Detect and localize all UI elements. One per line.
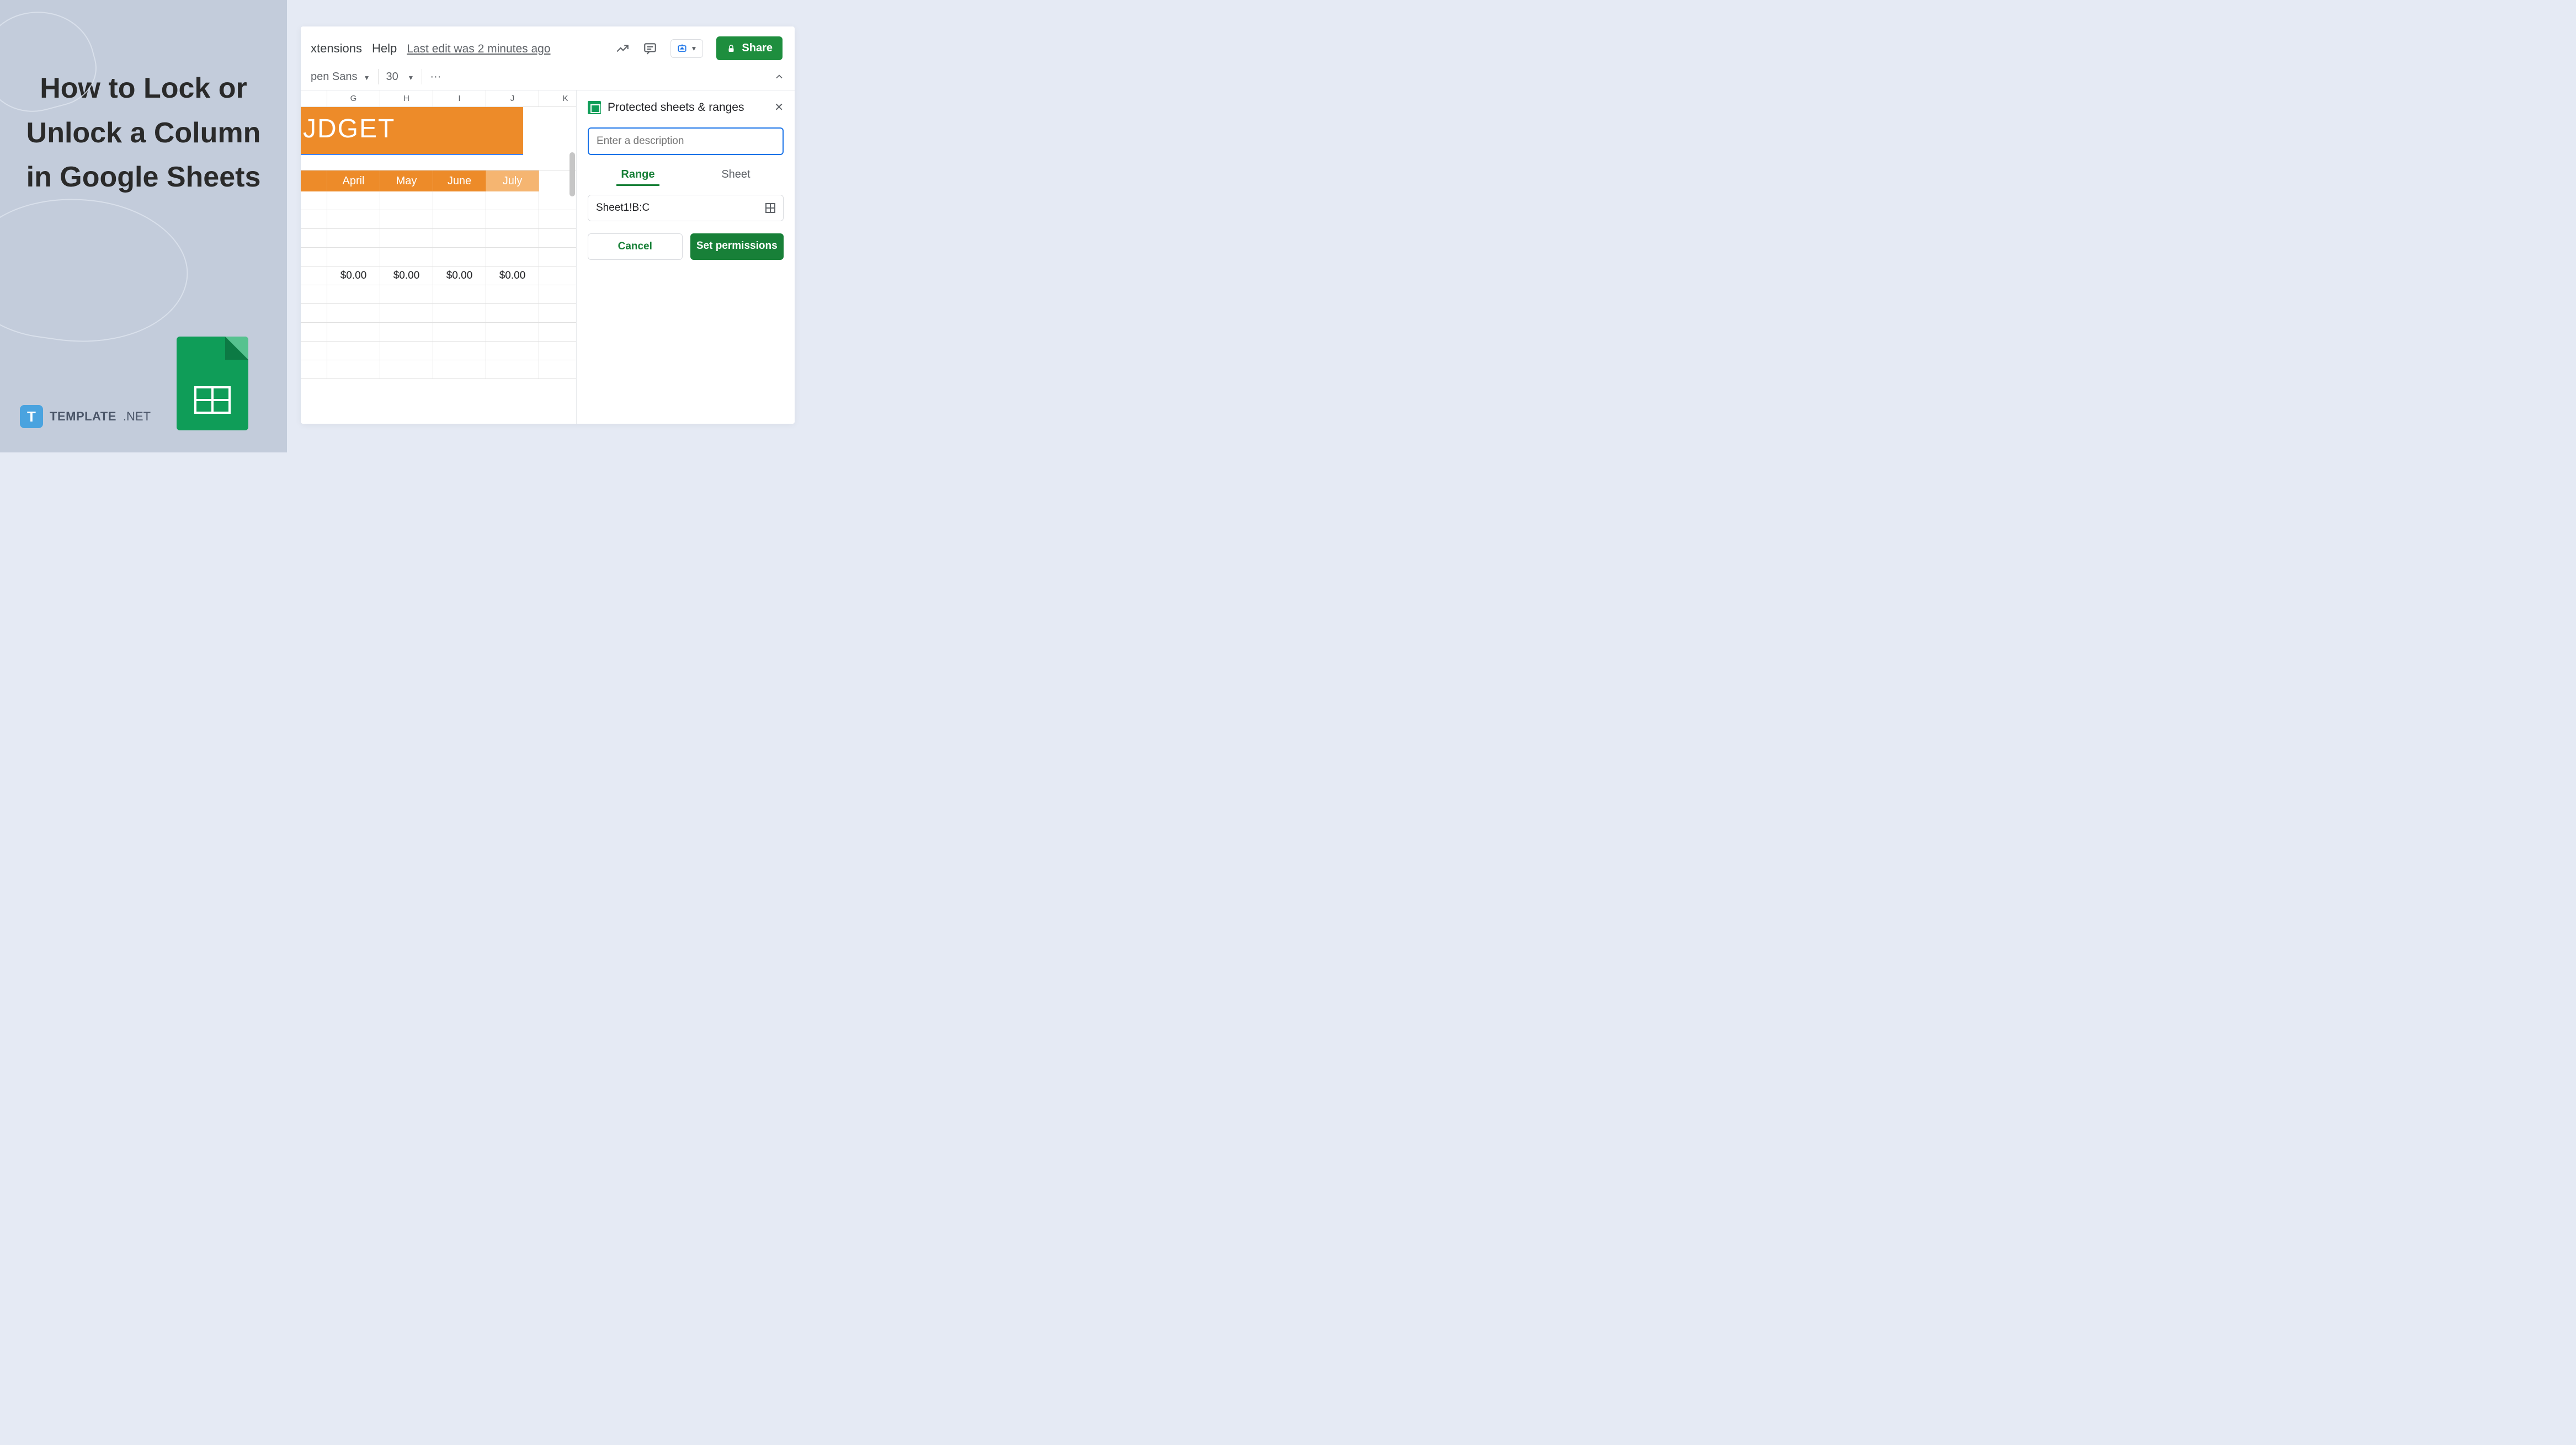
brand-text-main: TEMPLATE bbox=[50, 409, 116, 424]
separator bbox=[378, 69, 379, 84]
menu-help[interactable]: Help bbox=[372, 41, 397, 56]
panel-title: Protected sheets & ranges bbox=[608, 101, 768, 114]
col-header[interactable]: G bbox=[327, 90, 380, 106]
col-header[interactable]: K bbox=[539, 90, 577, 106]
brand-text-suffix: .NET bbox=[123, 409, 151, 424]
range-input[interactable]: Sheet1!B:C bbox=[588, 195, 784, 221]
more-toolbar[interactable]: ··· bbox=[430, 71, 441, 83]
data-rows: $0.00 $0.00 $0.00 $0.00 bbox=[301, 191, 576, 379]
caret-down-icon: ▼ bbox=[691, 45, 698, 52]
value-cell[interactable]: $0.00 bbox=[433, 266, 486, 285]
template-t-icon: T bbox=[20, 405, 43, 428]
trend-icon[interactable] bbox=[615, 41, 630, 56]
set-permissions-button[interactable]: Set permissions bbox=[690, 233, 784, 260]
menubar-row: xtensions Help Last edit was 2 minutes a… bbox=[301, 26, 795, 65]
col-header[interactable]: I bbox=[433, 90, 486, 106]
fontsize-selector[interactable]: 30 ▼ bbox=[386, 71, 414, 83]
value-cell[interactable]: $0.00 bbox=[380, 266, 433, 285]
month-cell[interactable]: April bbox=[327, 170, 380, 191]
month-cell[interactable]: July bbox=[486, 170, 539, 191]
font-selector[interactable]: pen Sans ▼ bbox=[311, 71, 370, 83]
values-row: $0.00 $0.00 $0.00 $0.00 bbox=[301, 266, 576, 285]
collapse-toolbar-icon[interactable] bbox=[774, 71, 785, 82]
present-button[interactable]: ▼ bbox=[670, 39, 704, 58]
last-edit-link[interactable]: Last edit was 2 minutes ago bbox=[407, 42, 550, 56]
sheets-mini-icon bbox=[588, 101, 601, 114]
description-input[interactable] bbox=[588, 127, 784, 155]
month-header-row: April May June July bbox=[301, 170, 576, 191]
brand-badge: T TEMPLATE .NET bbox=[20, 405, 151, 428]
close-icon[interactable]: ✕ bbox=[774, 100, 784, 114]
lock-icon bbox=[726, 44, 736, 54]
sheets-window: xtensions Help Last edit was 2 minutes a… bbox=[301, 26, 795, 424]
comment-icon[interactable] bbox=[643, 41, 657, 56]
select-range-icon[interactable] bbox=[765, 203, 775, 213]
col-header[interactable]: J bbox=[486, 90, 539, 106]
decorative-curve bbox=[0, 184, 196, 356]
tab-range[interactable]: Range bbox=[616, 165, 659, 186]
cancel-button[interactable]: Cancel bbox=[588, 233, 683, 260]
spreadsheet-area[interactable]: G H I J K JDGET April May June July bbox=[301, 90, 577, 424]
col-header[interactable]: H bbox=[380, 90, 433, 106]
title-cell[interactable]: JDGET bbox=[301, 107, 523, 155]
caret-down-icon: ▼ bbox=[407, 74, 414, 82]
promo-left-panel: How to Lock or Unlock a Column in Google… bbox=[0, 0, 287, 452]
caret-down-icon: ▼ bbox=[364, 74, 370, 82]
empty-row[interactable] bbox=[301, 155, 576, 170]
range-sheet-tabs: Range Sheet bbox=[588, 165, 784, 186]
range-value: Sheet1!B:C bbox=[596, 202, 650, 214]
value-cell[interactable]: $0.00 bbox=[486, 266, 539, 285]
value-cell[interactable]: $0.00 bbox=[327, 266, 380, 285]
protected-ranges-panel: Protected sheets & ranges ✕ Range Sheet … bbox=[577, 90, 795, 424]
month-cell[interactable]: June bbox=[433, 170, 486, 191]
column-headers: G H I J K bbox=[301, 90, 576, 107]
share-label: Share bbox=[742, 42, 773, 55]
google-sheets-logo bbox=[177, 337, 248, 430]
toolbar: pen Sans ▼ 30 ▼ ··· bbox=[301, 65, 795, 90]
menu-extensions[interactable]: xtensions bbox=[311, 41, 362, 56]
month-cell[interactable]: May bbox=[380, 170, 433, 191]
tab-sheet[interactable]: Sheet bbox=[717, 165, 754, 186]
share-button[interactable]: Share bbox=[716, 36, 783, 60]
vertical-scrollbar[interactable] bbox=[570, 152, 575, 196]
